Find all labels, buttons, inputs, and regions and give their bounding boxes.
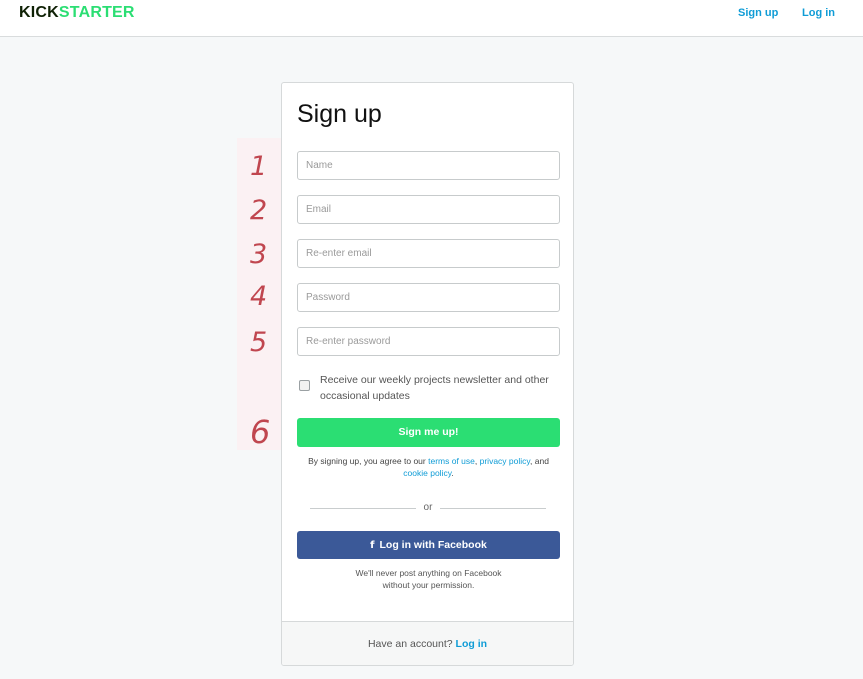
reenter-email-field[interactable] bbox=[297, 239, 560, 268]
terms-of-use-link[interactable]: terms of use bbox=[428, 456, 475, 466]
annotation-number-2: 2 bbox=[250, 195, 268, 226]
divider-or-text: or bbox=[423, 502, 433, 513]
terms-prefix: By signing up, you agree to our bbox=[308, 456, 429, 466]
divider-right bbox=[440, 508, 546, 509]
facebook-note-line-2: without your permission. bbox=[382, 580, 475, 590]
logo-starter-text: STARTER bbox=[58, 4, 135, 21]
annotation-number-3: 3 bbox=[250, 239, 268, 270]
top-navigation-bar: KICKSTARTER Sign up Log in bbox=[0, 0, 863, 37]
newsletter-label[interactable]: Receive our weekly projects newsletter a… bbox=[320, 372, 560, 404]
logo-kick-text: KICK bbox=[19, 4, 59, 21]
email-field[interactable] bbox=[297, 195, 560, 224]
annotation-number-6: 6 bbox=[250, 413, 271, 451]
annotation-number-4: 4 bbox=[250, 281, 268, 312]
newsletter-checkbox[interactable] bbox=[299, 380, 310, 391]
password-field[interactable] bbox=[297, 283, 560, 312]
sign-me-up-button[interactable]: Sign me up! bbox=[297, 418, 560, 447]
page-title: Sign up bbox=[297, 100, 382, 128]
card-footer: Have an account? Log in bbox=[282, 621, 573, 665]
reenter-password-field[interactable] bbox=[297, 327, 560, 356]
facebook-login-label: Log in with Facebook bbox=[379, 539, 487, 551]
divider-left bbox=[310, 508, 416, 509]
facebook-note-line-1: We'll never post anything on Facebook bbox=[355, 568, 502, 578]
privacy-policy-link[interactable]: privacy policy bbox=[480, 456, 530, 466]
terms-notice: By signing up, you agree to our terms of… bbox=[292, 455, 565, 479]
name-field[interactable] bbox=[297, 151, 560, 180]
signup-card: Sign up Receive our weekly projects news… bbox=[281, 82, 574, 666]
terms-and: , and bbox=[530, 456, 549, 466]
nav-signup-link[interactable]: Sign up bbox=[738, 7, 778, 20]
nav-login-link[interactable]: Log in bbox=[802, 7, 835, 20]
annotation-number-5: 5 bbox=[250, 327, 268, 358]
footer-login-link[interactable]: Log in bbox=[456, 638, 488, 650]
annotation-number-1: 1 bbox=[250, 151, 268, 182]
kickstarter-logo[interactable]: KICKSTARTER bbox=[19, 4, 135, 22]
have-account-text: Have an account? bbox=[367, 638, 456, 650]
facebook-login-button[interactable]: f Log in with Facebook bbox=[297, 531, 560, 559]
cookie-policy-link[interactable]: cookie policy bbox=[403, 468, 451, 478]
terms-end: . bbox=[451, 468, 454, 478]
facebook-privacy-note: We'll never post anything on Facebook wit… bbox=[297, 567, 560, 591]
facebook-icon: f bbox=[370, 540, 375, 551]
